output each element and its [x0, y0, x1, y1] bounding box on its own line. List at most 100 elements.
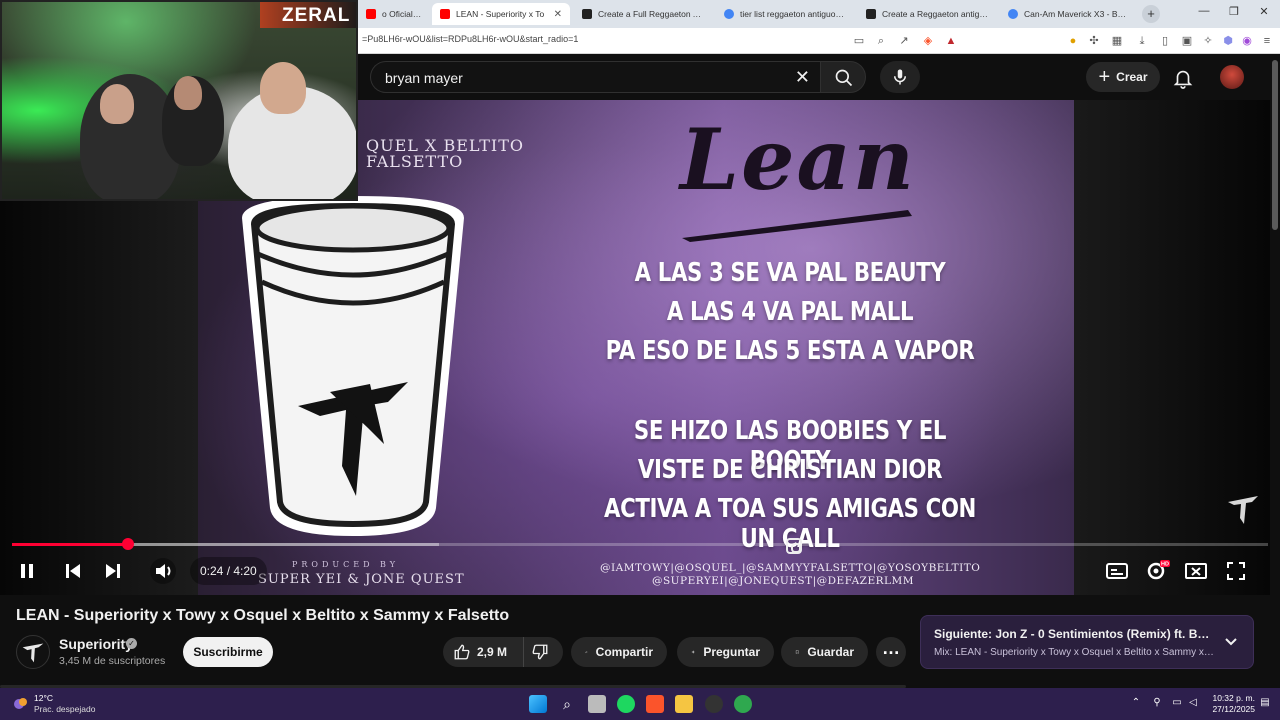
new-tab-button[interactable]: + [1142, 5, 1160, 23]
previous-icon[interactable] [59, 557, 87, 585]
dislike-button[interactable] [523, 637, 563, 667]
producers-credit: SUPER YEI & JONE QUEST [258, 572, 465, 587]
share-arrow-icon [585, 650, 588, 654]
webcam-person-face [100, 84, 134, 124]
notifications-bell-icon[interactable] [1172, 67, 1194, 89]
extension-icon[interactable]: ● [1066, 34, 1080, 48]
leo-icon[interactable]: ✧ [1201, 34, 1215, 48]
like-button[interactable]: 2,9 M [443, 637, 521, 667]
lyric-line: A LAS 4 VA PAL MALL [666, 297, 914, 327]
browser-tab[interactable]: Create a Full Reggaeton Antig [574, 3, 710, 25]
tab-label: tier list reggaeton antiguo - B [740, 9, 846, 19]
clock-date[interactable]: 27/12/2025 [1207, 704, 1255, 714]
chevron-down-icon[interactable] [1223, 634, 1239, 650]
progress-bar[interactable] [12, 538, 1268, 550]
brave-shield-icon[interactable]: ◈ [921, 34, 935, 48]
clear-search-icon[interactable]: ✕ [795, 67, 810, 88]
scrollbar-thumb[interactable] [1272, 60, 1278, 230]
song-title-logo: Lean [680, 110, 917, 209]
ask-button[interactable]: Preguntar [677, 637, 774, 667]
search-icon[interactable]: ⌕ [558, 695, 576, 713]
tab-label: o Oficial) - Reyk [382, 9, 422, 19]
voice-search-button[interactable] [880, 61, 920, 93]
plus-icon: + [1098, 66, 1111, 88]
google-favicon-icon [724, 9, 734, 19]
search-box[interactable]: bryan mayer ✕ [370, 61, 820, 93]
tab-label: LEAN - Superiority x To [456, 9, 545, 19]
xbox-icon[interactable] [734, 695, 752, 713]
tab-label: Can-Am Maverick X3 - Buscar [1024, 9, 1130, 19]
tray-overflow-icon[interactable]: ⌃ [1129, 696, 1143, 710]
subscribe-button[interactable]: Suscribirme [183, 637, 273, 667]
channel-name[interactable]: Superiority [59, 636, 133, 652]
weather-icon[interactable] [12, 695, 30, 713]
settings-gear-icon[interactable]: HD [1142, 557, 1170, 585]
video-title: LEAN - Superiority x Towy x Osquel x Bel… [16, 607, 510, 624]
wallet-icon[interactable]: ▣ [1180, 34, 1194, 48]
browser-tab[interactable]: o Oficial) - Reyk [358, 3, 430, 25]
page-scrollbar[interactable] [1270, 54, 1280, 687]
quality-badge: HD [1161, 562, 1169, 568]
lyric-line: VISTE DE CHRISTIAN DIOR [637, 455, 943, 485]
search-input[interactable]: bryan mayer [385, 70, 463, 86]
brave-rewards-icon[interactable]: ▲ [944, 34, 958, 48]
google-favicon-icon [1008, 9, 1018, 19]
restore-icon[interactable]: ❐ [1224, 5, 1244, 18]
share-label: Compartir [595, 645, 653, 659]
streamer-name: ZERAL [282, 5, 351, 26]
browser-tab[interactable]: tier list reggaeton antiguo - B [716, 3, 854, 25]
volume-icon[interactable] [149, 557, 177, 585]
url-field[interactable]: =Pu8LH6r-wOU&list=RDPu8LH6r-wOU&start_ra… [362, 34, 578, 44]
like-count: 2,9 M [477, 645, 508, 659]
brave-browser-icon[interactable] [646, 695, 664, 713]
pause-icon[interactable] [13, 557, 41, 585]
more-actions-button[interactable]: … [876, 637, 906, 667]
artist-credit-line: FALSETTO [366, 152, 464, 171]
scrubber-handle[interactable] [121, 538, 134, 550]
network-icon[interactable]: ▭ [1170, 696, 1184, 710]
extensions-icon[interactable]: ▦ [1110, 34, 1124, 48]
spotify-icon[interactable] [617, 695, 635, 713]
notification-center-icon[interactable]: ▤ [1258, 696, 1272, 710]
vpn-icon[interactable]: ⬢ [1221, 34, 1235, 48]
menu-icon[interactable]: ≡ [1260, 34, 1274, 48]
file-explorer-icon[interactable] [675, 695, 693, 713]
create-button[interactable]: + Crear [1086, 62, 1160, 92]
youtube-favicon-icon [366, 9, 376, 19]
zoom-icon[interactable]: ⌕ [874, 34, 888, 48]
microphone-tray-icon[interactable]: ⚲ [1150, 696, 1164, 710]
weather-description: Prac. despejado [34, 704, 96, 714]
task-view-icon[interactable] [588, 695, 606, 713]
close-tab-icon[interactable]: ✕ [554, 9, 562, 20]
up-next-card[interactable]: Siguiente: Jon Z - 0 Sentimientos (Remix… [920, 615, 1254, 669]
channel-avatar[interactable] [16, 635, 50, 669]
browser-tab-active[interactable]: LEAN - Superiority x To ✕ [432, 3, 570, 25]
download-icon[interactable]: ⤓ [1135, 34, 1149, 48]
sidebar-icon[interactable]: ▯ [1158, 34, 1172, 48]
cast-icon[interactable]: ▭ [852, 34, 866, 48]
account-avatar[interactable] [1220, 65, 1244, 89]
speaker-icon[interactable]: ◁ [1186, 696, 1200, 710]
clock-time[interactable]: 10:32 p. m. [1207, 693, 1255, 703]
miniplayer-icon[interactable] [1182, 557, 1210, 585]
like-dislike-group: 2,9 M [443, 637, 563, 667]
profile-icon[interactable]: ◉ [1240, 34, 1254, 48]
puzzle-icon[interactable]: ✣ [1087, 34, 1101, 48]
next-icon[interactable] [99, 557, 127, 585]
save-button[interactable]: Guardar [781, 637, 868, 667]
thumbs-down-icon [532, 644, 547, 660]
search-button[interactable] [820, 61, 866, 93]
share-icon[interactable]: ↗ [897, 34, 911, 48]
share-button[interactable]: Compartir [571, 637, 667, 667]
fullscreen-icon[interactable] [1222, 557, 1250, 585]
subscriber-count: 3,45 M de suscriptores [59, 655, 166, 667]
youtube-favicon-icon [440, 9, 450, 19]
minimize-icon[interactable]: — [1194, 5, 1214, 17]
subtitles-icon[interactable] [1103, 557, 1131, 585]
browser-tab[interactable]: Create a Reggaeton antiguo (E [858, 3, 996, 25]
close-window-icon[interactable]: ✕ [1254, 5, 1274, 18]
channel-watermark-icon[interactable] [1226, 490, 1260, 526]
obs-icon[interactable] [705, 695, 723, 713]
start-windows-icon[interactable] [529, 695, 547, 713]
browser-tab[interactable]: Can-Am Maverick X3 - Buscar [1000, 3, 1138, 25]
